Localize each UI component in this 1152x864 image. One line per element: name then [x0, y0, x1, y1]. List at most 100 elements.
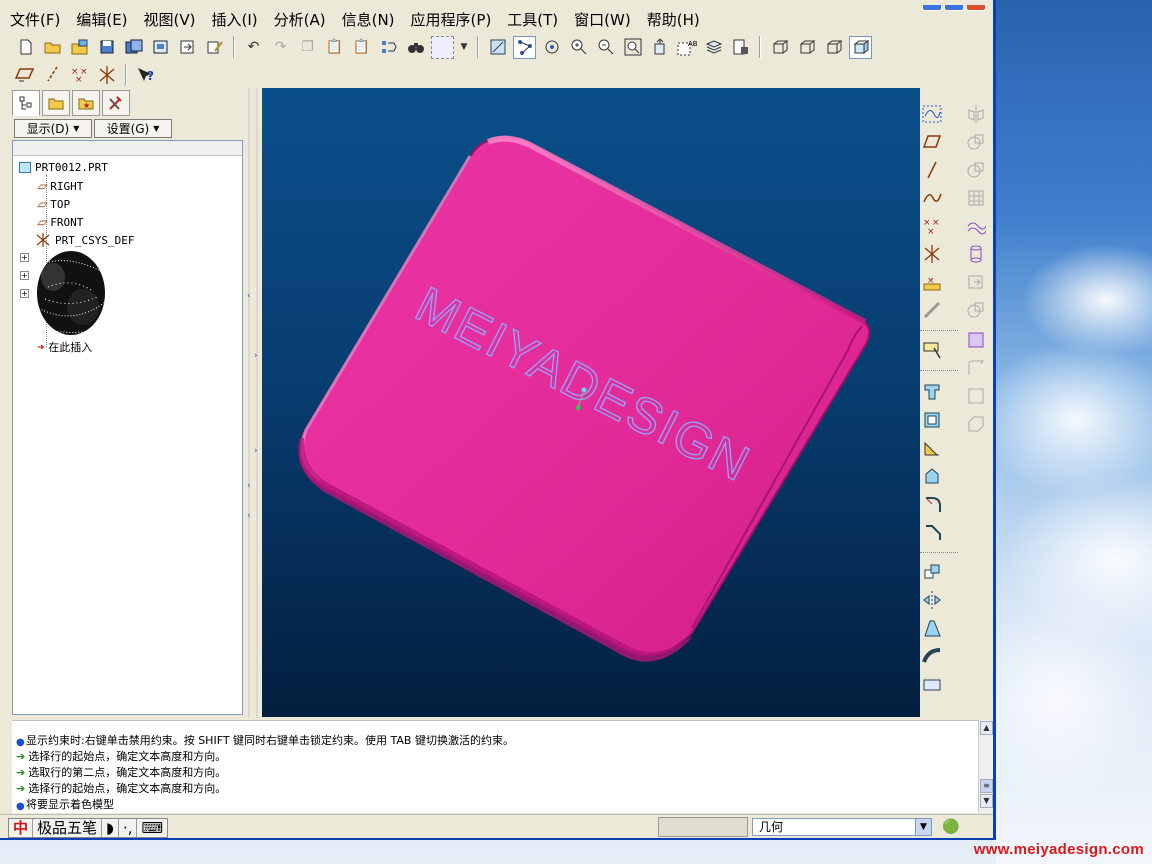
rib-tool-icon[interactable]	[922, 438, 942, 458]
ime-name[interactable]: 极品五笔	[33, 819, 103, 837]
show-dropdown[interactable]: 显示(D) ▼	[14, 119, 92, 138]
menu-info[interactable]: 信息(N)	[342, 9, 395, 30]
paste-icon[interactable]: 📋	[323, 36, 346, 59]
fill-icon[interactable]	[966, 330, 986, 350]
menu-view[interactable]: 视图(V)	[144, 9, 196, 30]
boundary-blend-icon[interactable]	[922, 674, 942, 694]
round-tool-icon[interactable]	[922, 494, 942, 514]
analysis-feature-icon[interactable]: ×	[922, 272, 942, 292]
regen-status-icon[interactable]: 🟢	[942, 819, 959, 835]
context-help-icon[interactable]: ?	[134, 64, 157, 87]
menu-file[interactable]: 文件(F)	[10, 9, 60, 30]
saved-views-icon[interactable]	[729, 36, 752, 59]
model-render[interactable]: MEIYADESIGN	[262, 88, 920, 717]
cylinder-icon[interactable]	[966, 244, 986, 264]
ime-toolbar[interactable]: 中 极品五笔 ◗ ·, ⌨	[8, 818, 169, 838]
regenerate-icon[interactable]	[377, 36, 400, 59]
point-display-icon[interactable]: × × ×	[68, 64, 91, 87]
sweep-tool-icon[interactable]	[922, 646, 942, 666]
layer-icon[interactable]	[702, 36, 725, 59]
scroll-up-button[interactable]: ▲	[980, 721, 993, 735]
tree-expand-button[interactable]: +	[20, 271, 29, 280]
datum-plane-tool-icon[interactable]	[922, 132, 942, 152]
menu-tools[interactable]: 工具(T)	[507, 9, 558, 30]
menu-window[interactable]: 窗口(W)	[574, 9, 631, 30]
csys-display-icon[interactable]	[95, 64, 118, 87]
shading-icon[interactable]	[849, 35, 872, 59]
tree-item-right[interactable]: ⏥ RIGHT	[37, 179, 83, 193]
sketch-datum-curve-icon[interactable]	[922, 104, 942, 124]
selection-filter-select[interactable]: 几何 ▼	[752, 818, 932, 836]
mirror-edit-icon[interactable]	[966, 104, 986, 124]
thicken-icon[interactable]	[966, 386, 986, 406]
reorient-icon[interactable]	[648, 36, 671, 59]
style-surface-icon[interactable]	[966, 216, 986, 236]
panel-splitter[interactable]: ‹ › ‹ › ‹	[246, 88, 260, 718]
intersect-icon[interactable]	[966, 300, 986, 320]
tree-item-csys[interactable]: PRT_CSYS_DEF	[35, 233, 134, 247]
merge-icon[interactable]	[966, 132, 986, 152]
tree-item-front[interactable]: ⏥ FRONT	[37, 215, 83, 229]
chevron-down-icon[interactable]: ▼	[915, 819, 931, 835]
tree-expand-button[interactable]: +	[20, 289, 29, 298]
tab-favorites[interactable]: ★	[72, 90, 100, 116]
pattern-edit-icon[interactable]	[966, 188, 986, 208]
menu-analysis[interactable]: 分析(A)	[274, 9, 326, 30]
ime-halfwidth-icon[interactable]: ◗	[102, 819, 119, 837]
mirror-tool-icon[interactable]	[922, 590, 942, 610]
offset-icon[interactable]	[966, 272, 986, 292]
csys-tool-icon[interactable]	[922, 244, 942, 264]
ime-keyboard-icon[interactable]: ⌨	[137, 819, 167, 837]
find-icon[interactable]	[404, 36, 427, 59]
menu-edit[interactable]: 编辑(E)	[76, 9, 127, 30]
graphics-window[interactable]: MEIYADESIGN	[262, 88, 920, 717]
new-icon[interactable]	[14, 36, 37, 59]
menu-applications[interactable]: 应用程序(P)	[411, 9, 492, 30]
copy-icon[interactable]: ❐	[296, 36, 319, 59]
tab-model-tree[interactable]	[12, 90, 40, 116]
menu-help[interactable]: 帮助(H)	[647, 9, 700, 30]
spin-center-icon[interactable]	[540, 36, 563, 59]
open-session-icon[interactable]	[68, 36, 91, 59]
datum-axis-tool-icon[interactable]	[922, 160, 942, 180]
no-hidden-icon[interactable]	[822, 36, 845, 59]
settings-dropdown[interactable]: 设置(G) ▼	[94, 119, 172, 138]
backup-icon[interactable]	[149, 36, 172, 59]
tab-connections[interactable]	[102, 90, 130, 116]
datum-axis-icon[interactable]	[513, 35, 536, 59]
tree-item-top[interactable]: ⏥ TOP	[37, 197, 70, 211]
axis-display-icon[interactable]	[41, 64, 64, 87]
menu-insert[interactable]: 插入(I)	[212, 9, 258, 30]
chamfer-tool-icon[interactable]	[922, 522, 942, 542]
shell-tool-icon[interactable]	[922, 466, 942, 486]
rename-icon[interactable]	[176, 36, 199, 59]
edit-icon[interactable]	[203, 36, 226, 59]
scroll-down-button[interactable]: ▼	[980, 794, 993, 808]
ime-logo-icon[interactable]: 中	[9, 819, 34, 837]
trim-icon[interactable]	[966, 160, 986, 180]
dropdown-icon[interactable]: ▼	[458, 36, 470, 59]
datum-curve-tool-icon[interactable]	[922, 188, 942, 208]
hidden-line-icon[interactable]	[795, 36, 818, 59]
refit-icon[interactable]	[621, 36, 644, 59]
tree-expand-button[interactable]: +	[20, 253, 29, 262]
tree-root[interactable]: PRT0012.PRT	[19, 161, 108, 174]
redo-icon[interactable]: ↷	[269, 36, 292, 59]
paste-special-icon[interactable]: 📋	[350, 36, 373, 59]
view-manager-icon[interactable]: AB	[675, 36, 698, 59]
wireframe-icon[interactable]	[768, 36, 791, 59]
datum-point-tool-icon[interactable]: × × ×	[922, 216, 942, 236]
datum-display-icon[interactable]	[486, 36, 509, 59]
extend-icon[interactable]	[966, 358, 986, 378]
save-icon[interactable]	[95, 36, 118, 59]
ime-punctuation-icon[interactable]: ·,	[119, 819, 138, 837]
extrude-tool-icon[interactable]	[922, 382, 942, 402]
open-icon[interactable]	[41, 36, 64, 59]
chain-icon[interactable]	[922, 300, 942, 320]
plane-display-icon[interactable]	[14, 64, 37, 87]
zoom-in-icon[interactable]	[567, 36, 590, 59]
revolve-tool-icon[interactable]	[922, 410, 942, 430]
undo-icon[interactable]: ↶	[242, 36, 265, 59]
message-scrollbar[interactable]: ▲ ≡ ▼	[978, 720, 993, 813]
scroll-thumb[interactable]: ≡	[980, 779, 993, 793]
